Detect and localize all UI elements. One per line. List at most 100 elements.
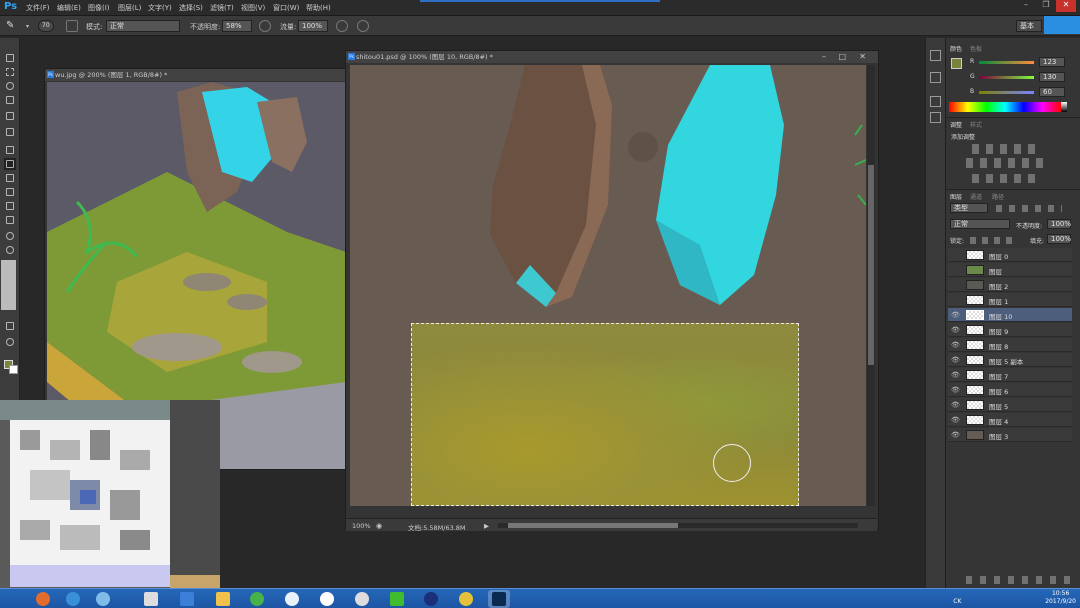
tab-color[interactable]: 颜色 bbox=[950, 44, 962, 53]
fill-input[interactable]: 100% bbox=[1047, 234, 1071, 244]
tab-swatches[interactable]: 色板 bbox=[970, 44, 982, 53]
minimize-icon[interactable]: – bbox=[1016, 0, 1036, 12]
visibility-icon[interactable]: 👁 bbox=[951, 356, 960, 364]
horizontal-scrollbar[interactable] bbox=[498, 523, 858, 528]
healing-brush-tool-icon[interactable] bbox=[4, 144, 16, 156]
pressure-opacity-icon[interactable] bbox=[259, 20, 271, 32]
clone-stamp-tool-icon[interactable] bbox=[4, 172, 16, 184]
brush-size-preview[interactable]: 70 bbox=[38, 20, 54, 32]
g-input[interactable]: 130 bbox=[1039, 72, 1065, 82]
zoom-tool-icon[interactable] bbox=[4, 336, 16, 348]
layer-filter-kind[interactable]: 类型 bbox=[950, 203, 988, 213]
tab-styles[interactable]: 样式 bbox=[970, 120, 982, 129]
qq-icon[interactable] bbox=[351, 590, 373, 608]
b-input[interactable]: 60 bbox=[1039, 87, 1065, 97]
blur-tool-icon[interactable] bbox=[4, 230, 16, 242]
app-icon[interactable] bbox=[420, 590, 442, 608]
visibility-icon[interactable] bbox=[951, 251, 959, 259]
document-tab-wu[interactable]: Ps wu.jpg @ 200% (图层 1, RGB/8#) * bbox=[45, 69, 346, 81]
lock-icons[interactable] bbox=[970, 237, 1012, 244]
menu-select[interactable]: 选择(S) bbox=[179, 3, 203, 13]
tab-layers[interactable]: 图层 bbox=[950, 192, 962, 201]
iqiyi-icon[interactable] bbox=[386, 590, 408, 608]
hand-tool-icon[interactable] bbox=[4, 320, 16, 332]
brush-panel-icon[interactable] bbox=[66, 20, 78, 32]
photoshop-taskbar-icon[interactable] bbox=[488, 590, 510, 608]
browser-icon[interactable] bbox=[32, 590, 54, 608]
layer-row[interactable]: 图层 0 bbox=[948, 248, 1072, 262]
layer-row[interactable]: 👁 图层 4 bbox=[948, 413, 1072, 427]
layer-row[interactable]: 👁 图层 8 bbox=[948, 338, 1072, 352]
visibility-icon[interactable]: 👁 bbox=[951, 401, 960, 409]
menu-view[interactable]: 视图(V) bbox=[241, 3, 265, 13]
bw-ramp[interactable] bbox=[1061, 102, 1067, 112]
menu-layer[interactable]: 图层(L) bbox=[118, 3, 141, 13]
menu-type[interactable]: 文字(Y) bbox=[148, 3, 172, 13]
move-tool-icon[interactable] bbox=[4, 52, 16, 64]
brush-presets-icon[interactable] bbox=[930, 96, 941, 107]
marquee-tool-icon[interactable] bbox=[4, 66, 16, 78]
tab-paths[interactable]: 路径 bbox=[992, 192, 1004, 201]
sogou-icon[interactable] bbox=[316, 590, 338, 608]
b-slider[interactable] bbox=[979, 91, 1034, 94]
opacity-input[interactable]: 58% bbox=[222, 20, 252, 32]
cloud-app-button[interactable] bbox=[1044, 16, 1080, 34]
menu-file[interactable]: 文件(F) bbox=[26, 3, 50, 13]
quick-select-tool-icon[interactable] bbox=[4, 94, 16, 106]
dodge-tool-icon[interactable] bbox=[4, 244, 16, 256]
layer-row[interactable]: 图层 1 bbox=[948, 293, 1072, 307]
layer-blend-mode[interactable]: 正常 bbox=[950, 219, 1010, 229]
visibility-icon[interactable]: 👁 bbox=[951, 371, 960, 379]
eraser-tool-icon[interactable] bbox=[4, 200, 16, 212]
layer-row[interactable]: 👁 图层 9 bbox=[948, 323, 1072, 337]
r-input[interactable]: 123 bbox=[1039, 57, 1065, 67]
layer-filter-icons[interactable] bbox=[996, 205, 1062, 212]
flow-input[interactable]: 100% bbox=[298, 20, 328, 32]
layer-row[interactable]: 图层 bbox=[948, 263, 1072, 277]
visibility-icon[interactable]: 👁 bbox=[951, 311, 960, 319]
menu-filter[interactable]: 滤镜(T) bbox=[210, 3, 234, 13]
visibility-icon[interactable]: 👁 bbox=[951, 416, 960, 424]
pressure-size-icon[interactable] bbox=[357, 20, 369, 32]
history-brush-tool-icon[interactable] bbox=[4, 186, 16, 198]
chrome-icon[interactable] bbox=[455, 590, 477, 608]
restore-icon[interactable]: ❐ bbox=[1036, 0, 1056, 12]
close-icon[interactable]: ✕ bbox=[859, 51, 866, 63]
layer-row[interactable]: 👁 图层 5 副本 bbox=[948, 353, 1072, 367]
menu-image[interactable]: 图像(I) bbox=[88, 3, 110, 13]
tab-adjustments[interactable]: 调整 bbox=[950, 120, 962, 129]
brush-tool-icon[interactable]: ✎ bbox=[6, 20, 18, 32]
status-menu-arrow-icon[interactable]: ▶ bbox=[484, 522, 489, 530]
painted-selection-area[interactable] bbox=[411, 323, 799, 506]
airbrush-icon[interactable] bbox=[336, 20, 348, 32]
visibility-icon[interactable]: 👁 bbox=[951, 386, 960, 394]
layer-row[interactable]: 👁 图层 6 bbox=[948, 383, 1072, 397]
visibility-icon[interactable]: 👁 bbox=[951, 431, 960, 439]
layer-opacity-input[interactable]: 100% bbox=[1047, 219, 1071, 229]
history-panel-icon[interactable] bbox=[930, 50, 941, 61]
layer-row[interactable]: 👁 图层 7 bbox=[948, 368, 1072, 382]
layer-row[interactable]: 👁 图层 3 bbox=[948, 428, 1072, 442]
layer-actions-icons[interactable] bbox=[966, 576, 1076, 584]
ie-browser-icon[interactable] bbox=[246, 590, 268, 608]
cloud-app-icon[interactable] bbox=[281, 590, 303, 608]
file-explorer-icon[interactable] bbox=[212, 590, 234, 608]
zoom-level[interactable]: 100% bbox=[352, 522, 371, 530]
brush-tool-active-icon[interactable] bbox=[4, 158, 16, 170]
app-icon[interactable] bbox=[140, 590, 162, 608]
adjustment-icons-row1[interactable] bbox=[972, 144, 1042, 154]
g-slider[interactable] bbox=[979, 76, 1034, 79]
layer-row[interactable]: 图层 2 bbox=[948, 278, 1072, 292]
menu-edit[interactable]: 编辑(E) bbox=[57, 3, 81, 13]
document-tab-shitou[interactable]: Ps shitou01.psd @ 100% (图层 10, RGB/8#) *… bbox=[346, 51, 878, 63]
eyedropper-tool-icon[interactable] bbox=[4, 126, 16, 138]
close-icon[interactable]: ✕ bbox=[1056, 0, 1076, 12]
menu-window[interactable]: 窗口(W) bbox=[273, 3, 299, 13]
app-icon[interactable] bbox=[62, 590, 84, 608]
color-fg-swatch[interactable] bbox=[951, 58, 962, 69]
visibility-icon[interactable] bbox=[951, 296, 959, 304]
color-spectrum-ramp[interactable] bbox=[949, 102, 1061, 112]
background-color-swatch[interactable] bbox=[9, 365, 18, 374]
app-icon[interactable] bbox=[92, 590, 114, 608]
document-window-shitou[interactable]: Ps shitou01.psd @ 100% (图层 10, RGB/8#) *… bbox=[345, 50, 879, 532]
